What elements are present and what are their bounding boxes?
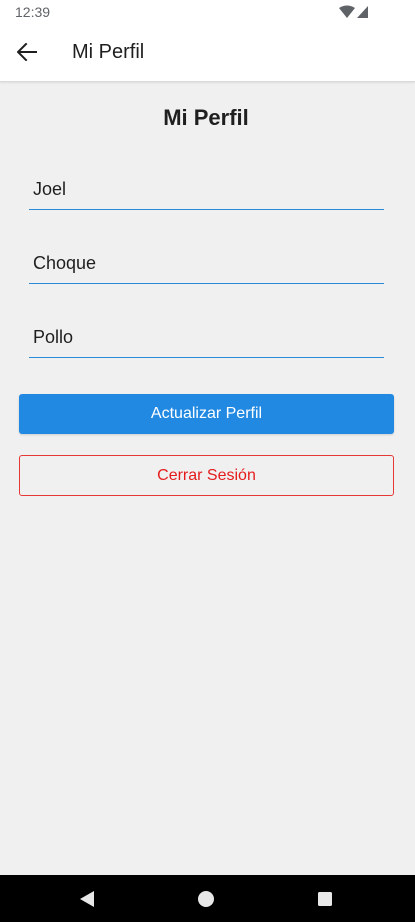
profile-screen: 12:39 Mi Perfil Mi Perfil Actualizar Per… [0,0,415,922]
first-name-input[interactable] [33,171,378,207]
wifi-icon [339,5,355,18]
app-bar-title: Mi Perfil [72,41,145,63]
arrow-left-icon [17,43,37,61]
last-name-input[interactable] [33,245,378,281]
status-time: 12:39 [15,4,51,20]
nav-back-button[interactable] [76,888,98,910]
status-bar: 12:39 [0,0,415,24]
status-icons [339,5,368,18]
nav-back-icon [80,891,94,907]
third-field [29,319,384,358]
navigation-bar [0,875,415,922]
cellular-signal-icon [357,6,368,18]
last-name-field [29,245,384,284]
nav-recents-icon [318,892,332,906]
app-bar: Mi Perfil [0,24,415,82]
nav-recents-button[interactable] [314,888,336,910]
page-title: Mi Perfil [163,105,249,130]
nav-home-button[interactable] [195,888,217,910]
first-name-field [29,171,384,210]
back-button[interactable] [10,35,44,69]
update-profile-button[interactable]: Actualizar Perfil [19,394,394,434]
third-input[interactable] [33,319,378,355]
nav-home-icon [198,891,214,907]
logout-button[interactable]: Cerrar Sesión [19,455,394,496]
